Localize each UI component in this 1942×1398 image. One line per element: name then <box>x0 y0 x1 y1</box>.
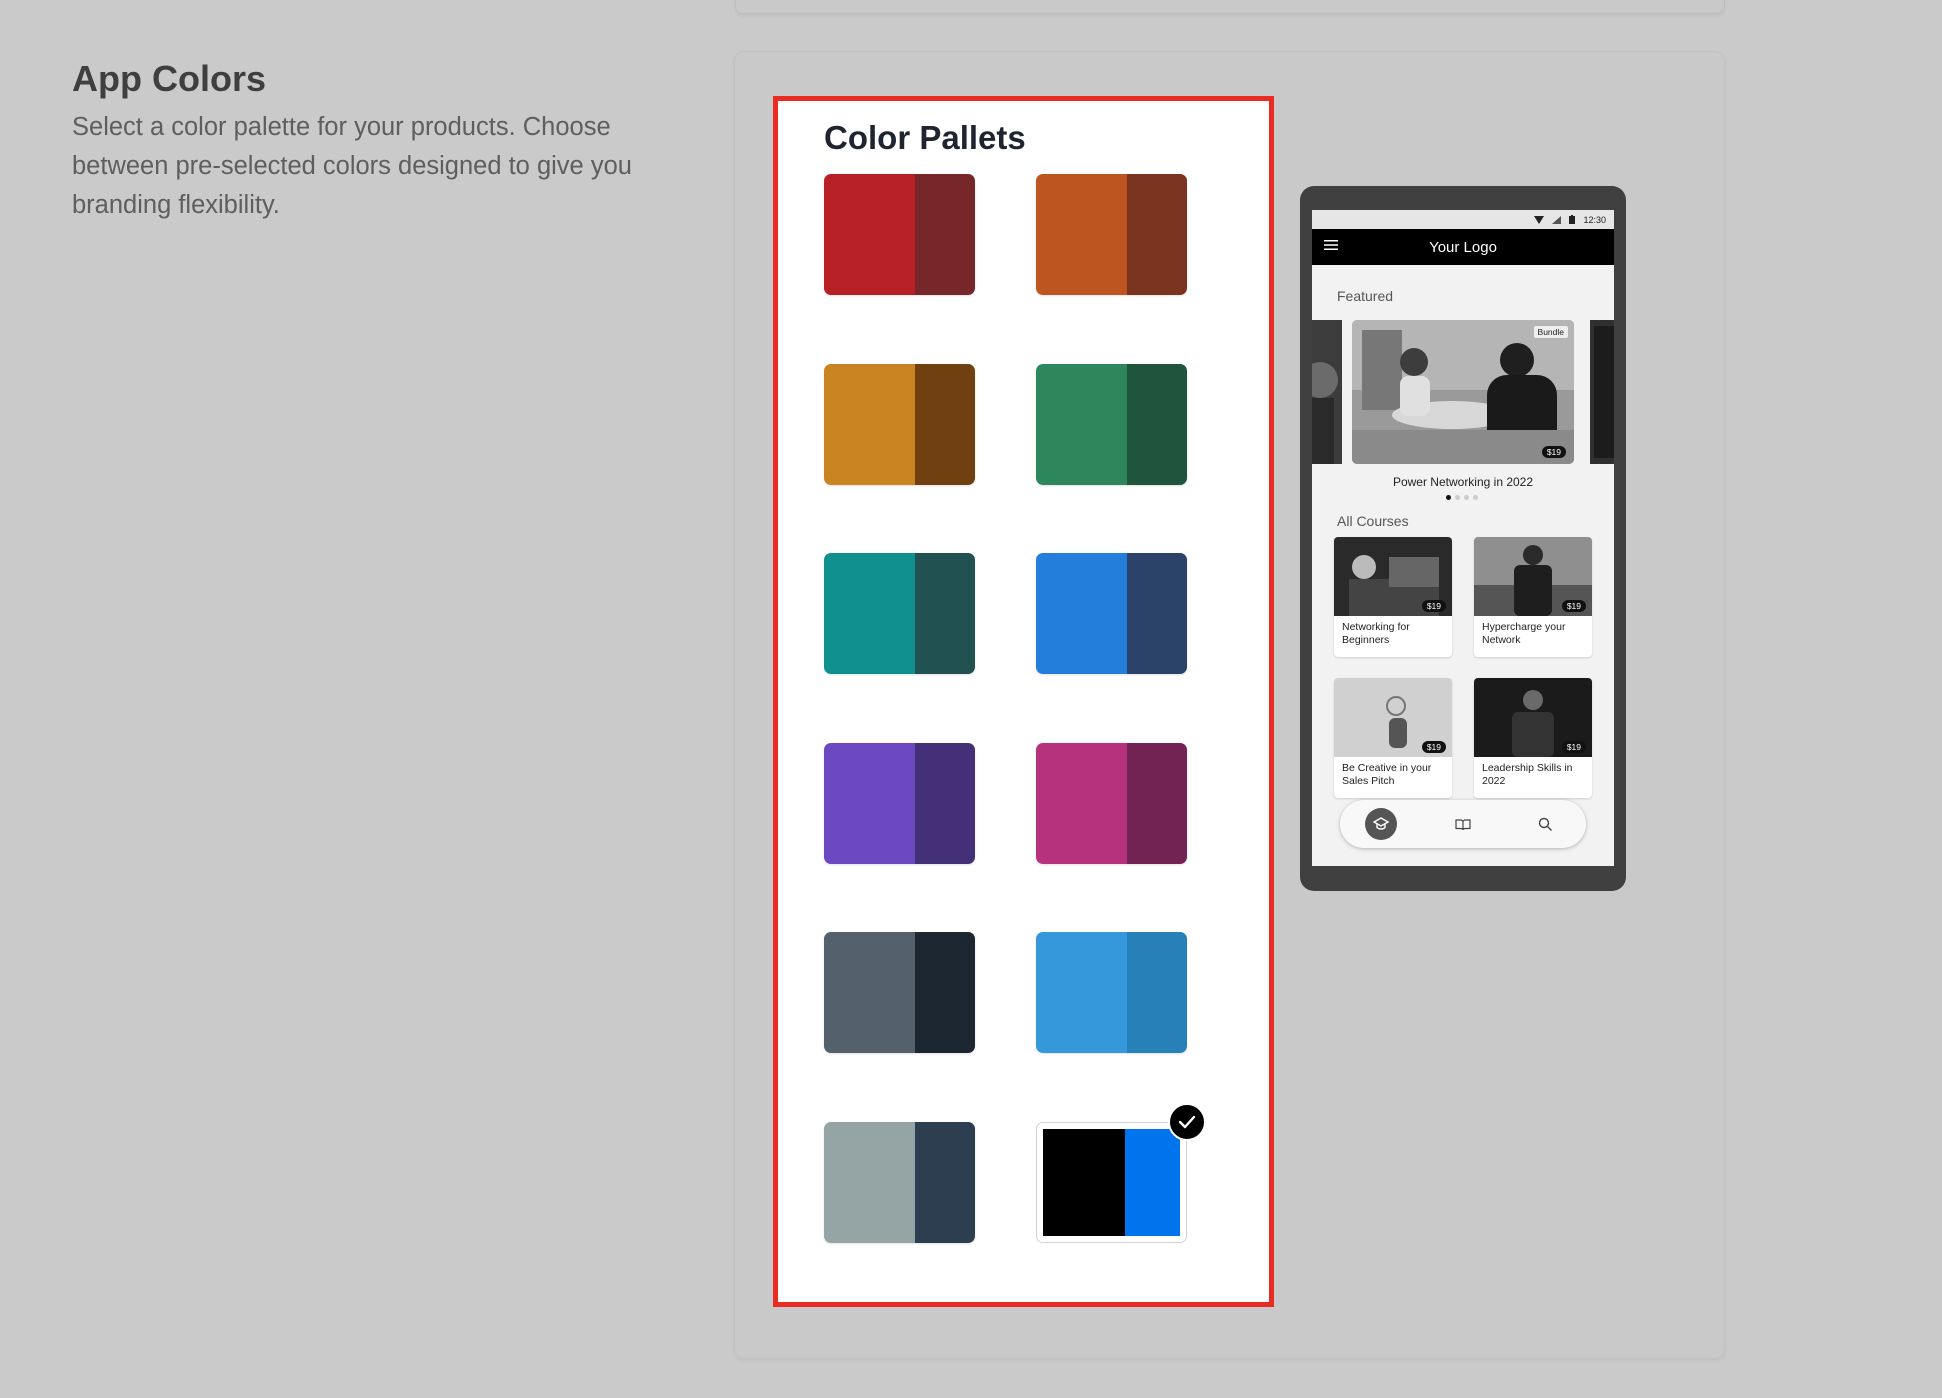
palette-title: Color Pallets <box>824 119 1026 156</box>
palette-swatch[interactable] <box>824 743 975 864</box>
course-price-badge: $19 <box>1421 600 1446 612</box>
secondary-color-block <box>914 932 975 1053</box>
checkmark-icon <box>1168 1103 1206 1141</box>
featured-card-next[interactable] <box>1590 320 1614 464</box>
course-price-badge: $19 <box>1421 741 1446 753</box>
primary-color-block <box>824 743 915 864</box>
featured-price-badge: $19 <box>1541 446 1566 458</box>
palette-swatch[interactable] <box>1036 932 1187 1053</box>
primary-color-block <box>824 932 915 1053</box>
palette-swatch[interactable] <box>824 553 975 674</box>
course-price-badge: $19 <box>1561 741 1586 753</box>
secondary-color-block <box>914 553 975 674</box>
course-title: Networking for Beginners <box>1342 621 1410 646</box>
phone-screen: 12:30 Your Logo Featured Bundle $19 Powe… <box>1312 210 1614 866</box>
palette-swatch[interactable] <box>1036 174 1187 295</box>
primary-color-block <box>1036 932 1127 1053</box>
palette-swatch[interactable] <box>824 364 975 485</box>
secondary-color-block <box>1125 1129 1180 1236</box>
hamburger-menu-icon[interactable] <box>1324 239 1338 251</box>
primary-color-block <box>824 364 915 485</box>
primary-color-block <box>1036 364 1127 485</box>
secondary-color-block <box>1126 174 1187 295</box>
section-description: Select a color palette for your products… <box>72 113 632 219</box>
palette-swatch[interactable] <box>1036 553 1187 674</box>
featured-label: Featured <box>1337 288 1394 304</box>
status-bar: 12:30 <box>1312 210 1614 229</box>
secondary-color-block <box>1126 932 1187 1053</box>
primary-color-block <box>824 174 915 295</box>
graduation-cap-icon[interactable] <box>1365 808 1397 840</box>
search-icon[interactable] <box>1529 808 1561 840</box>
color-palette-panel: Color Pallets <box>773 96 1274 1307</box>
palette-swatch[interactable] <box>824 1122 975 1243</box>
secondary-color-block <box>1126 364 1187 485</box>
course-title: Leadership Skills in 2022 <box>1482 762 1573 787</box>
course-card[interactable]: $19 Networking for Beginners <box>1334 537 1452 657</box>
secondary-color-block <box>1126 553 1187 674</box>
signal-icon <box>1552 215 1562 224</box>
bottom-nav <box>1340 800 1586 848</box>
secondary-color-block <box>914 1122 975 1243</box>
featured-card[interactable]: Bundle $19 <box>1352 320 1574 464</box>
app-bar: Your Logo <box>1312 229 1614 265</box>
status-time: 12:30 <box>1583 214 1606 225</box>
primary-color-block <box>1036 743 1127 864</box>
primary-color-block <box>824 1122 915 1243</box>
course-title: Be Creative in your Sales Pitch <box>1342 762 1432 787</box>
secondary-color-block <box>914 743 975 864</box>
palette-swatch[interactable] <box>824 174 975 295</box>
secondary-color-block <box>1126 743 1187 864</box>
palette-swatch[interactable] <box>1036 743 1187 864</box>
primary-color-block <box>824 553 915 674</box>
palette-swatch-selected[interactable] <box>1036 1103 1206 1243</box>
course-price-badge: $19 <box>1561 600 1586 612</box>
secondary-color-block <box>914 174 975 295</box>
battery-icon <box>1569 215 1576 224</box>
primary-color-block <box>1043 1129 1126 1236</box>
book-icon[interactable] <box>1447 808 1479 840</box>
course-card[interactable]: $19 Be Creative in your Sales Pitch <box>1334 678 1452 798</box>
palette-swatch[interactable] <box>824 932 975 1053</box>
primary-color-block <box>1036 174 1127 295</box>
carousel-dots[interactable] <box>1446 495 1478 500</box>
course-card[interactable]: $19 Leadership Skills in 2022 <box>1474 678 1592 798</box>
phone-preview: 12:30 Your Logo Featured Bundle $19 Powe… <box>1300 186 1626 891</box>
featured-title: Power Networking in 2022 <box>1392 475 1534 489</box>
section-title: App Colors <box>72 58 266 99</box>
wifi-icon <box>1534 215 1545 224</box>
featured-card-prev[interactable] <box>1312 320 1342 464</box>
primary-color-block <box>1036 553 1127 674</box>
featured-image <box>1352 320 1574 464</box>
top-card <box>735 0 1725 14</box>
bundle-badge: Bundle <box>1533 326 1568 338</box>
course-title: Hypercharge your Network <box>1482 621 1566 646</box>
palette-swatch[interactable] <box>1036 364 1187 485</box>
secondary-color-block <box>914 364 975 485</box>
app-logo: Your Logo <box>1429 238 1497 256</box>
course-card[interactable]: $19 Hypercharge your Network <box>1474 537 1592 657</box>
all-courses-label: All Courses <box>1337 513 1409 529</box>
